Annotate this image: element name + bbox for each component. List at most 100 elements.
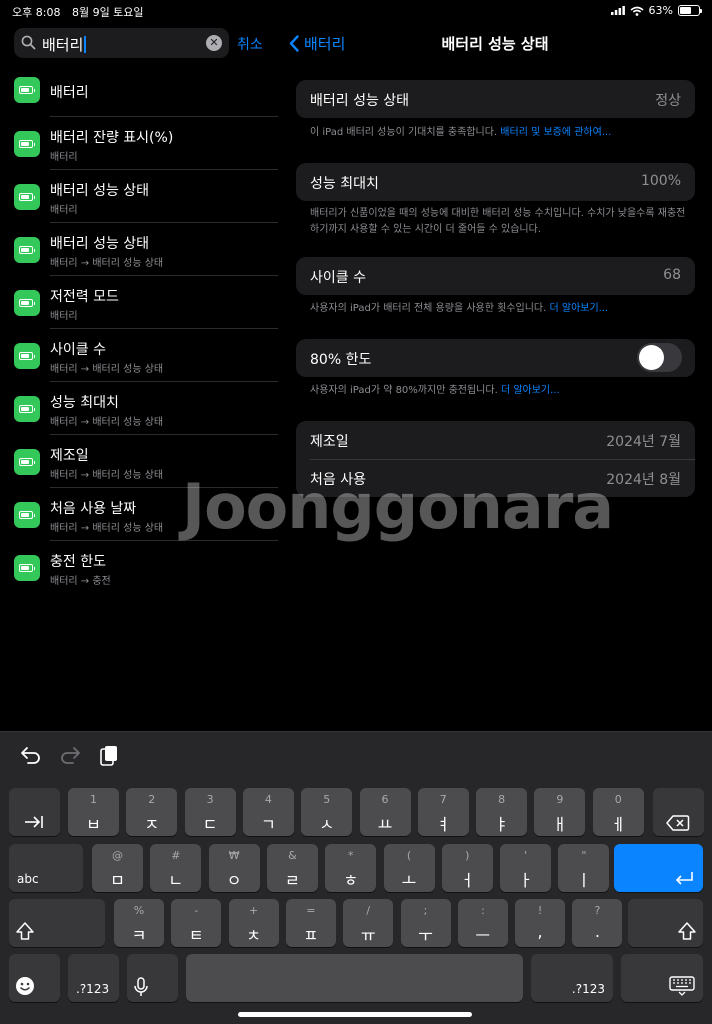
key-row1-6[interactable]: 7ㅕ <box>417 788 469 836</box>
undo-icon[interactable] <box>19 745 43 767</box>
note-text: 이 iPad 배터리 성능이 기대치를 충족합니다. <box>310 127 498 138</box>
result-item[interactable]: 배터리 성능 상태 배터리 → 배터리 성능 상태 <box>0 223 280 276</box>
result-item[interactable]: 성능 최대치 배터리 → 배터리 성능 상태 <box>0 382 280 435</box>
shift-left-key[interactable] <box>9 899 105 947</box>
key-secondary-label: ' <box>524 849 528 862</box>
key-row3-0[interactable]: % ㅋ <box>114 899 164 947</box>
key-primary-label: ㄱ <box>261 815 276 834</box>
space-key[interactable] <box>186 954 523 1002</box>
abc-label: abc <box>17 872 39 886</box>
result-path: 배터리 → 배터리 성능 상태 <box>50 364 164 375</box>
key-primary-label: ㅛ <box>377 815 393 834</box>
learn-more-link[interactable]: 더 알아보기... <box>501 385 560 396</box>
numbers-label: .?123 <box>571 982 605 996</box>
shift-right-key[interactable] <box>628 899 703 947</box>
key-row2-2[interactable]: ₩ ㅇ <box>208 844 260 892</box>
cancel-button[interactable]: 취소 <box>237 34 263 54</box>
key-primary-label: ㅑ <box>494 815 509 834</box>
chevron-left-icon <box>289 35 299 52</box>
key-secondary-label: - <box>194 904 199 917</box>
dismiss-keyboard-key[interactable] <box>621 954 703 1002</box>
result-item[interactable]: 배터리 잔량 표시(%) 배터리 <box>0 117 280 170</box>
dictation-key[interactable] <box>127 954 178 1002</box>
key-row2-5[interactable]: (ㅗ <box>383 844 435 892</box>
result-title: 충전 한도 <box>50 554 106 570</box>
key-row1-5[interactable]: 6ㅛ <box>359 788 411 836</box>
row-value: 정상 <box>655 93 681 109</box>
backspace-key[interactable] <box>653 788 704 836</box>
tab-key[interactable] <box>9 788 60 836</box>
key-row3-1[interactable]: -ㅌ <box>171 899 222 947</box>
charge-limit-toggle[interactable] <box>637 343 682 372</box>
emoji-key[interactable] <box>9 954 60 1002</box>
learn-more-link[interactable]: 더 알아보기... <box>549 303 608 314</box>
row-label: 80% 한도 <box>310 352 372 368</box>
row-value: 68 <box>663 267 681 283</box>
key-secondary-label: ? <box>594 904 601 917</box>
back-button[interactable]: 배터리 <box>289 33 345 54</box>
key-row1-1[interactable]: 2ㅈ <box>126 788 178 836</box>
result-item[interactable]: 배터리 <box>0 64 280 117</box>
paste-icon[interactable] <box>97 745 121 767</box>
result-item[interactable]: 충전 한도 배터리 → 충전 <box>0 541 280 594</box>
key-primary-label: ㅠ <box>360 926 376 945</box>
key-row3-2[interactable]: + ㅊ <box>228 899 279 947</box>
key-row1-9[interactable]: 0ㅔ <box>592 788 644 836</box>
numbers-right-key[interactable]: .?123 <box>531 954 613 1002</box>
redo-icon[interactable] <box>58 745 82 767</box>
search-field[interactable]: 배터리 ✕ <box>14 28 229 58</box>
key-primary-label: ㅔ <box>610 815 626 834</box>
key-row1-3[interactable]: 4ㄱ <box>242 788 294 836</box>
key-primary-label: . <box>594 922 600 941</box>
key-row3-7[interactable]: !, <box>515 899 566 947</box>
key-row1-2[interactable]: 3ㄷ <box>184 788 236 836</box>
return-key[interactable] <box>614 844 703 892</box>
result-path: 배터리 → 배터리 성능 상태 <box>50 258 164 269</box>
result-item[interactable]: 저전력 모드 배터리 <box>0 276 280 329</box>
result-title: 제조일 <box>50 448 89 464</box>
result-item[interactable]: 배터리 성능 상태 배터리 <box>0 170 280 223</box>
result-title: 저전력 모드 <box>50 289 119 305</box>
key-row2-3[interactable]: & ㄹ <box>266 844 318 892</box>
key-row1-8[interactable]: 9ㅐ <box>534 788 586 836</box>
charge-limit-row: 80% 한도 <box>296 339 695 377</box>
key-row3-4[interactable]: / ㅠ <box>343 899 394 947</box>
key-row3-8[interactable]: ?. <box>572 899 623 947</box>
result-title: 배터리 잔량 표시(%) <box>50 130 174 146</box>
battery-percent: 63% <box>648 4 673 17</box>
key-row2-6[interactable]: ) ㅓ <box>441 844 493 892</box>
numbers-left-key[interactable]: .?123 <box>68 954 119 1002</box>
key-secondary-label: 4 <box>264 793 272 806</box>
key-row2-0[interactable]: @ ㅁ <box>92 844 143 892</box>
key-row3-5[interactable]: ; ㅜ <box>400 899 451 947</box>
numbers-label: .?123 <box>76 982 110 996</box>
keyboard: 1 ㅂ 2 ㅈ 3 ㄷ 4 ㄱ 5 ㅅ 6 ㅛ 7 ㅕ 8 ㅑ 9 ㅐ 0 ㅔ abc @ ㅁ # ㄴ ₩ ㅇ & ㄹ * ㅎ(ㅗ) ㅓ ' ㅏ "… <box>0 731 712 1024</box>
abc-key[interactable]: abc <box>9 844 83 892</box>
key-primary-label: ㅇ <box>226 871 242 890</box>
key-primary-label: ㅓ <box>459 871 475 890</box>
key-secondary-label: 6 <box>381 793 389 806</box>
wifi-icon <box>630 6 644 16</box>
key-primary-label: ㅐ <box>552 815 568 834</box>
key-row1-0[interactable]: 1ㅂ <box>68 788 119 836</box>
search-input[interactable]: 배터리 <box>42 34 87 55</box>
tab-icon <box>25 816 43 828</box>
key-row3-6[interactable]: :ㅡ <box>457 899 508 947</box>
key-row2-1[interactable]: # ㄴ <box>150 844 202 892</box>
key-row2-8[interactable]: " ㅣ <box>558 844 610 892</box>
key-secondary-label: ! <box>537 904 543 917</box>
result-item[interactable]: 사이클 수 배터리 → 배터리 성능 상태 <box>0 329 280 382</box>
battery-settings-icon <box>14 77 40 103</box>
result-title: 처음 사용 날짜 <box>50 501 137 517</box>
key-row3-3[interactable]: = ㅍ <box>285 899 336 947</box>
key-secondary-label: * <box>347 849 354 862</box>
clear-icon[interactable]: ✕ <box>206 35 222 51</box>
key-row2-4[interactable]: * ㅎ <box>325 844 377 892</box>
key-primary-label: ㅕ <box>435 815 451 834</box>
text-cursor <box>84 36 87 53</box>
warranty-link[interactable]: 배터리 및 보증에 관하여... <box>500 127 611 138</box>
key-row1-7[interactable]: 8ㅑ <box>476 788 528 836</box>
search-icon <box>21 35 36 50</box>
key-row1-4[interactable]: 5ㅅ <box>301 788 353 836</box>
key-row2-7[interactable]: ' ㅏ <box>500 844 552 892</box>
